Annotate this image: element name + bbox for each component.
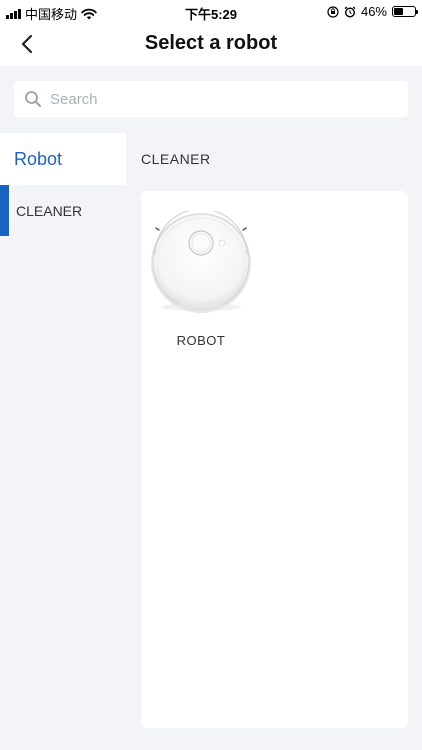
search-box[interactable] bbox=[14, 81, 408, 117]
robot-card: ROBOT bbox=[141, 191, 408, 728]
battery-icon bbox=[392, 6, 418, 17]
section-title: CLEANER bbox=[141, 151, 211, 167]
robot-vacuum-icon bbox=[151, 211, 251, 313]
sidebar-header: Robot bbox=[0, 133, 126, 185]
rotation-lock-icon bbox=[327, 5, 339, 18]
page-title: Select a robot bbox=[144, 32, 278, 54]
nav-bar: Select a robot bbox=[0, 22, 422, 66]
robot-tile[interactable]: ROBOT bbox=[149, 211, 253, 351]
alarm-icon bbox=[344, 6, 356, 18]
battery-fill bbox=[394, 8, 404, 15]
sidebar-item-cleaner[interactable]: CLEANER bbox=[0, 185, 126, 236]
sidebar-item-label: CLEANER bbox=[16, 202, 83, 219]
status-right: 46% bbox=[327, 4, 418, 19]
status-bar: 中国移动 下午5:29 46% bbox=[0, 0, 422, 22]
battery-percent: 46% bbox=[360, 4, 387, 19]
search-input[interactable] bbox=[50, 90, 380, 108]
main-content: CLEANER ROBOT bbox=[126, 133, 422, 750]
category-sidebar: Robot CLEANER bbox=[0, 133, 126, 750]
search-icon bbox=[25, 91, 41, 107]
robot-label: ROBOT bbox=[176, 333, 226, 348]
